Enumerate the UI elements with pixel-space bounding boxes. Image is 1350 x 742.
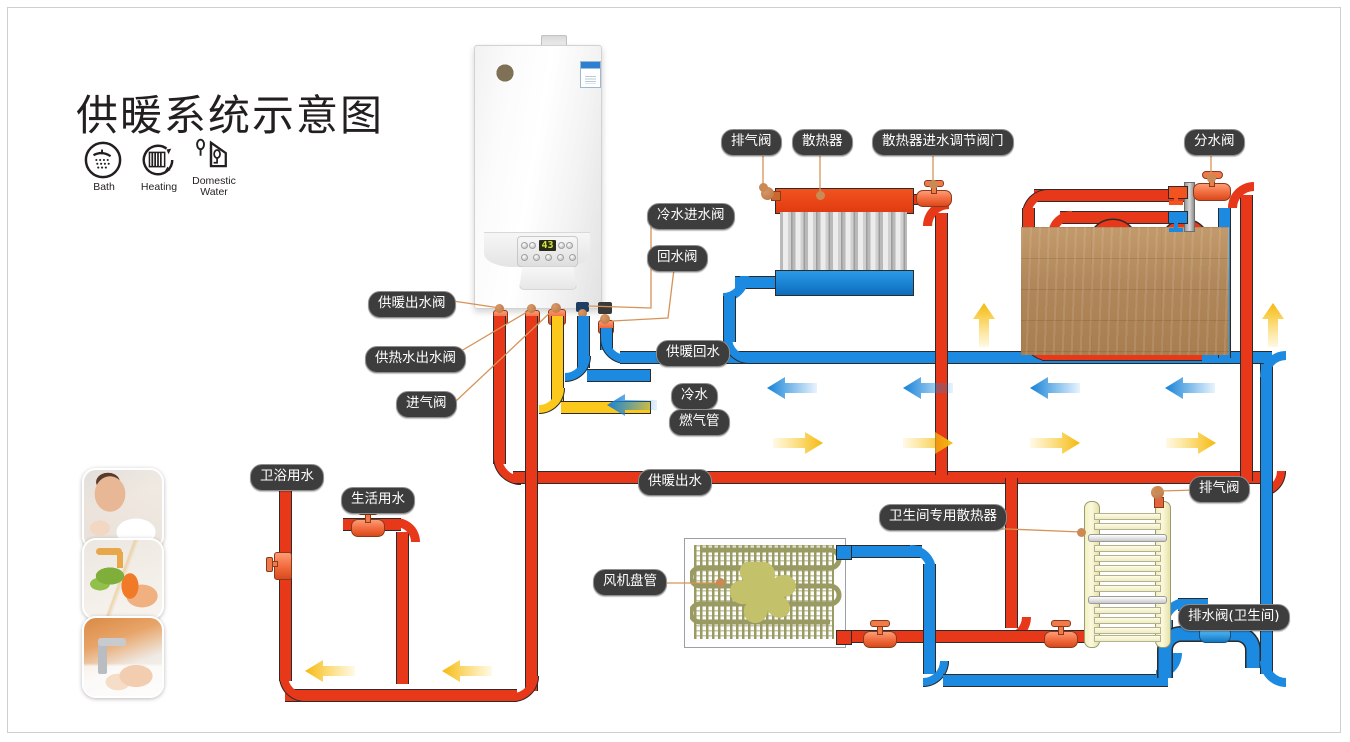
boiler-bottom-tray — [519, 266, 577, 290]
manifold-red-port — [1168, 186, 1188, 199]
flow-arrow-left-cold — [607, 394, 657, 416]
wood-floor-panel — [1021, 227, 1229, 355]
label-cold-water: 冷水 — [671, 383, 718, 410]
pipe-heating-supply-header — [513, 471, 1273, 484]
leader-dot-bath-radiator — [1077, 528, 1086, 537]
label-radiator: 散热器 — [792, 129, 853, 156]
flow-arrow-right-2 — [903, 432, 953, 454]
label-cold-water-inlet-valve: 冷水进水阀 — [647, 203, 735, 230]
bathroom-towel-radiator — [1084, 501, 1171, 648]
label-water-separator-valve: 分水阀 — [1184, 129, 1245, 156]
bath-mode-label: Bath — [93, 181, 115, 193]
heating-mode-label: Heating — [140, 181, 178, 193]
leader-dot-fancoil — [716, 578, 725, 587]
boiler-energy-label — [580, 61, 601, 88]
photo-washing-vegetables — [82, 538, 164, 620]
boiler-left-knobs[interactable] — [521, 242, 537, 249]
flow-arrow-left-3 — [1030, 377, 1080, 399]
leader-dot-separator — [1207, 174, 1216, 183]
label-gas-pipe: 燃气管 — [669, 409, 730, 436]
elbow-floor-supply-top — [1228, 182, 1254, 208]
manifold-red-handle — [1169, 201, 1183, 205]
label-heating-supply: 供暖出水 — [638, 469, 712, 496]
leader-dot-towel-vent — [1154, 486, 1163, 495]
label-hot-water-outlet-valve: 供热水出水阀 — [365, 346, 466, 373]
radiator-bottom-header — [775, 270, 914, 296]
label-radiator-air-vent: 排气阀 — [721, 129, 782, 156]
label-towel-air-vent: 排气阀 — [1189, 476, 1250, 503]
boiler-right-knobs[interactable] — [558, 242, 574, 249]
label-radiator-inlet-control-valve: 散热器进水调节阀门 — [872, 129, 1014, 156]
pipe-radiator-return-drop — [723, 296, 736, 342]
boiler-brand-logo — [494, 64, 516, 82]
heating-mode-icon: Heating — [138, 140, 180, 193]
flow-arrow-up-right — [1262, 303, 1284, 347]
pipe-bottom-return-run — [943, 674, 1168, 687]
label-gas-inlet-valve: 进气阀 — [396, 391, 457, 418]
flow-arrow-left-1 — [767, 377, 817, 399]
pipe-domestic-branch-riser — [396, 532, 409, 684]
house-faucet-icon — [191, 134, 231, 174]
label-fan-coil-unit: 风机盘管 — [593, 569, 667, 596]
pipe-cold-water-horizontal — [587, 369, 651, 382]
pipe-fancoil-return-drop — [923, 564, 936, 674]
diagram-canvas: 供暖系统示意图 Bath Heating Domestic Water 43 冷… — [0, 0, 1350, 742]
label-bathroom-dedicated-radiator: 卫生间专用散热器 — [879, 504, 1007, 531]
manifold-blue-handle — [1169, 228, 1183, 232]
leader-dot-radiator — [816, 191, 825, 200]
fan-coil-supply-port — [836, 630, 852, 645]
fan-coil-return-port — [836, 545, 852, 560]
domestic-water-mode-label: Domestic Water — [192, 175, 236, 199]
photo-washing-hands — [82, 616, 164, 698]
manifold-blue-port — [1168, 211, 1188, 224]
radiator-fins — [780, 212, 907, 270]
domestic-water-mode-icon: Domestic Water — [191, 134, 237, 198]
leader-dot-radiator-valve — [929, 180, 938, 189]
label-bathroom-water: 卫浴用水 — [250, 464, 324, 491]
pipe-heating-supply-riser — [493, 316, 506, 464]
pipe-domestic-hot-riser — [525, 316, 538, 691]
flow-arrow-left-4 — [1165, 377, 1215, 399]
label-heating-return: 供暖回水 — [656, 340, 730, 367]
flow-arrow-left-domestic-1 — [305, 660, 355, 682]
radiator-cycle-icon — [138, 140, 178, 180]
label-drain-valve-bathroom: 排水阀(卫生间) — [1178, 604, 1290, 631]
diagram-frame: 供暖系统示意图 Bath Heating Domestic Water 43 冷… — [7, 7, 1341, 733]
boiler-temperature-display: 43 — [539, 240, 556, 251]
pipe-bathroom-water-riser — [279, 489, 292, 681]
shower-icon — [83, 140, 123, 180]
leader-dot-air-vent — [759, 183, 768, 192]
pipe-floor-supply-riser — [1240, 195, 1253, 481]
pipe-domestic-bottom-run — [285, 689, 517, 702]
flow-arrow-up-left — [973, 303, 995, 347]
flow-arrow-right-3 — [1030, 432, 1080, 454]
fan-impeller-icon — [729, 561, 796, 624]
label-domestic-water: 生活用水 — [341, 487, 415, 514]
flow-arrow-left-domestic-2 — [442, 660, 492, 682]
label-return-water-valve: 回水阀 — [647, 245, 708, 272]
pipe-branch-drop-mid — [1005, 478, 1018, 628]
flow-arrow-right-1 — [773, 432, 823, 454]
bath-mode-icon: Bath — [83, 140, 125, 193]
label-heating-outlet-valve: 供暖出水阀 — [368, 291, 456, 318]
radiator-top-header — [775, 188, 914, 214]
flow-arrow-right-4 — [1166, 432, 1216, 454]
boiler-button-row[interactable] — [521, 254, 576, 261]
flow-arrow-left-2 — [903, 377, 953, 399]
